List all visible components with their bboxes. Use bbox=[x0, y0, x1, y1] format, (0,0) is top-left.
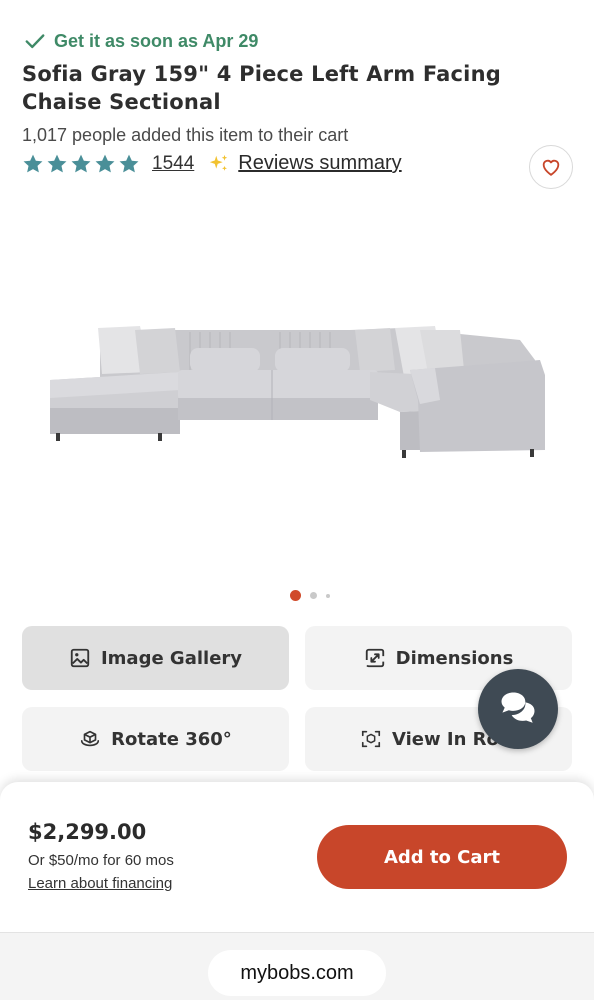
rotate-360-icon bbox=[81, 730, 100, 747]
delivery-estimate: Get it as soon as Apr 29 bbox=[24, 30, 258, 52]
review-count-link[interactable]: 1544 bbox=[152, 153, 194, 175]
carousel-dot-active[interactable] bbox=[290, 590, 301, 601]
star-rating[interactable] bbox=[22, 153, 140, 175]
ar-cube-icon bbox=[361, 730, 381, 748]
purchase-bar: $2,299.00 Or $50/mo for 60 mos Learn abo… bbox=[0, 782, 594, 932]
chat-button[interactable] bbox=[478, 669, 558, 749]
star-icon bbox=[95, 154, 115, 172]
favorite-button[interactable] bbox=[529, 145, 573, 189]
add-to-cart-button[interactable]: Add to Cart bbox=[317, 825, 567, 889]
price: $2,299.00 bbox=[28, 820, 147, 844]
reviews-summary-link[interactable]: Reviews summary bbox=[238, 152, 401, 175]
delivery-text: Get it as soon as Apr 29 bbox=[54, 30, 259, 51]
monthly-payment-text: Or $50/mo for 60 mos bbox=[28, 852, 174, 869]
rotate-360-button[interactable]: Rotate 360° bbox=[22, 707, 289, 771]
cart-count-text: 1,017 people added this item to their ca… bbox=[22, 125, 349, 145]
url-bar[interactable]: mybobs.com bbox=[208, 950, 386, 996]
carousel-dots[interactable] bbox=[290, 590, 330, 601]
product-image[interactable] bbox=[40, 300, 552, 470]
dimensions-label: Dimensions bbox=[395, 647, 514, 669]
sparkle-icon bbox=[210, 154, 228, 171]
star-icon bbox=[119, 154, 139, 172]
star-icon bbox=[23, 154, 43, 172]
rotate-360-label: Rotate 360° bbox=[111, 728, 232, 750]
checkmark-icon bbox=[25, 34, 45, 49]
heart-icon bbox=[542, 159, 560, 176]
resize-icon bbox=[365, 648, 384, 668]
image-icon bbox=[70, 648, 90, 668]
image-gallery-label: Image Gallery bbox=[100, 647, 243, 669]
carousel-dot[interactable] bbox=[326, 593, 330, 598]
carousel-dot[interactable] bbox=[310, 592, 317, 599]
star-icon bbox=[47, 154, 67, 172]
rating-row: 1544 Reviews summary bbox=[22, 152, 402, 175]
chat-bubbles-icon bbox=[501, 692, 535, 723]
product-title: Sofia Gray 159" 4 Piece Left Arm Facing … bbox=[22, 62, 501, 114]
financing-link[interactable]: Learn about financing bbox=[28, 875, 172, 892]
image-gallery-button[interactable]: Image Gallery bbox=[22, 626, 289, 690]
browser-bottom-bar: mybobs.com bbox=[0, 932, 594, 1000]
star-icon bbox=[71, 154, 91, 172]
